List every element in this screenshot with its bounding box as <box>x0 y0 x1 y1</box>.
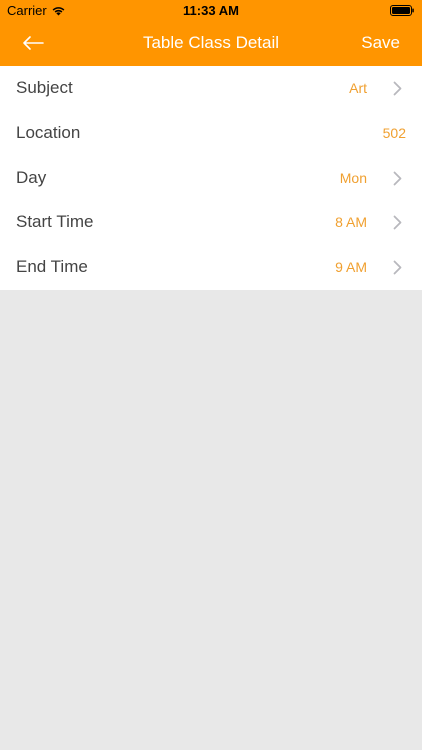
row-value: Art <box>349 80 367 96</box>
row-end-time[interactable]: End Time 9 AM <box>0 245 422 290</box>
row-label: End Time <box>16 257 88 277</box>
status-time: 11:33 AM <box>183 3 239 18</box>
row-location[interactable]: Location 502 <box>0 111 422 156</box>
page-title: Table Class Detail <box>142 33 280 52</box>
row-label: Start Time <box>16 212 94 232</box>
battery-icon <box>390 5 414 16</box>
header: Carrier 11:33 AM Table Class Detail Save <box>0 0 422 66</box>
chevron-right-icon <box>393 215 402 230</box>
row-label: Location <box>16 122 81 142</box>
row-label: Day <box>16 167 47 187</box>
row-subject[interactable]: Subject Art <box>0 66 422 111</box>
row-start-time[interactable]: Start Time 8 AM <box>0 200 422 245</box>
chevron-right-icon <box>393 81 402 96</box>
save-button[interactable]: Save <box>361 33 400 53</box>
row-day[interactable]: Day Mon <box>0 156 422 201</box>
row-label: Subject <box>16 78 73 97</box>
row-value: 8 AM <box>335 214 367 231</box>
status-bar: Carrier 11:33 AM <box>0 0 422 22</box>
chevron-right-icon <box>393 260 402 275</box>
nav-bar: Table Class Detail Save <box>0 22 422 66</box>
chevron-right-icon <box>393 171 402 185</box>
row-value: 502 <box>382 124 406 141</box>
row-value: 9 AM <box>335 259 367 276</box>
class-detail-list: Subject Art Location 502 Day Mon Start T… <box>0 66 422 290</box>
row-value: Mon <box>339 169 367 186</box>
app-screen: Carrier 11:33 AM Table Class Detail Save <box>0 0 422 750</box>
